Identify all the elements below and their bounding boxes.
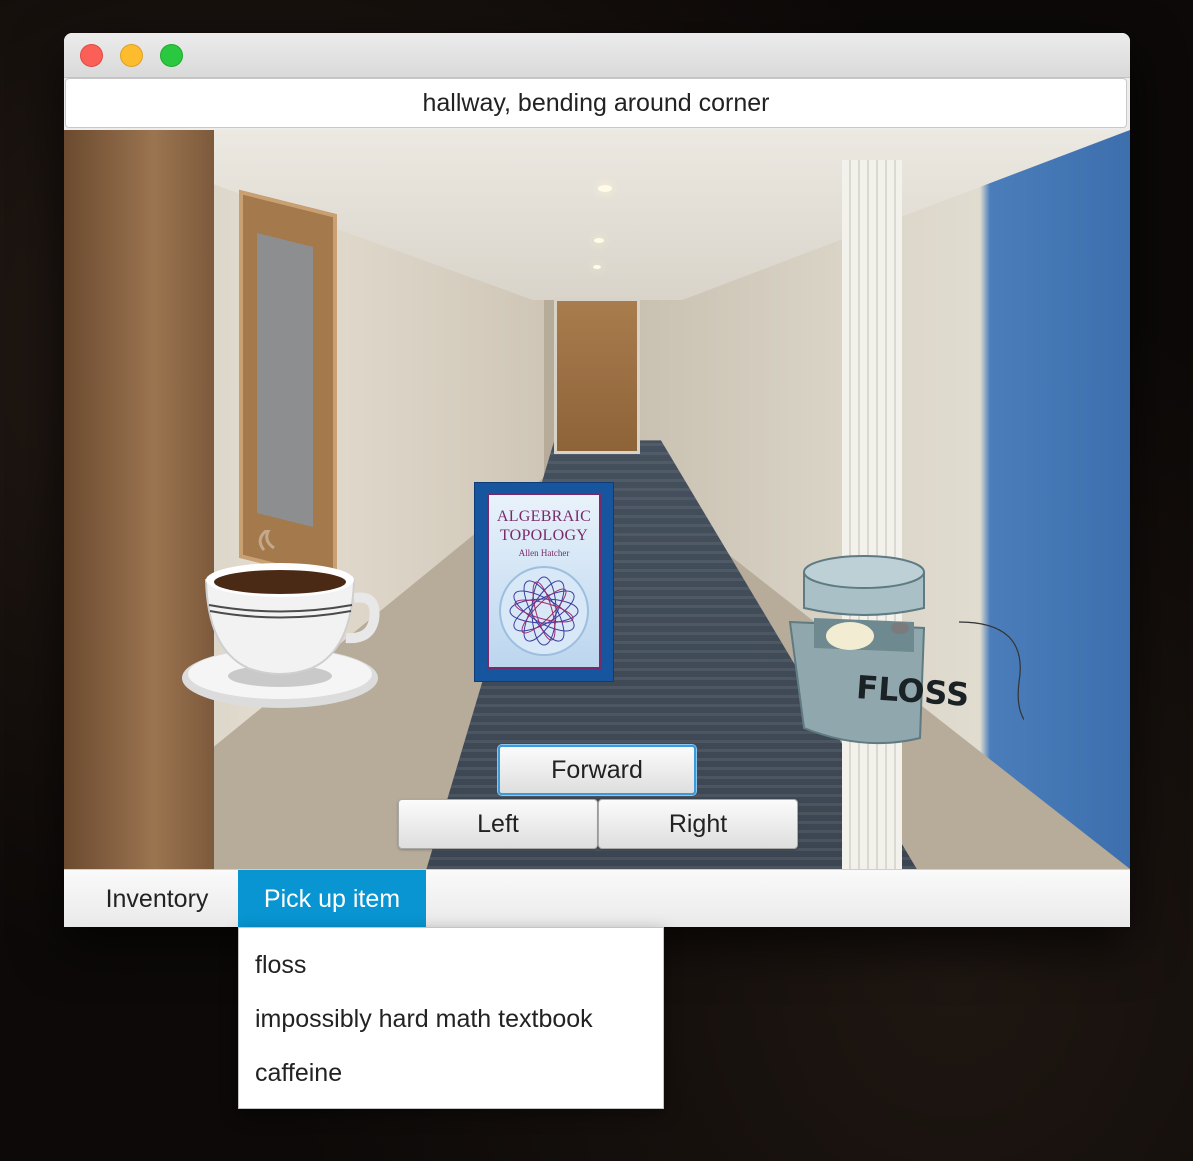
dropdown-item-textbook[interactable]: impossibly hard math textbook bbox=[239, 992, 663, 1046]
floss-icon[interactable]: FLOSS bbox=[784, 542, 1024, 752]
textbook-cover: ALGEBRAIC TOPOLOGY Allen Hatcher bbox=[487, 493, 601, 669]
pick-up-dropdown: floss impossibly hard math textbook caff… bbox=[238, 927, 664, 1109]
textbook-title-line2: TOPOLOGY bbox=[499, 527, 589, 544]
maximize-window-button[interactable] bbox=[160, 44, 183, 67]
textbook-title-line1: ALGEBRAIC bbox=[496, 508, 592, 525]
menu-inventory[interactable]: Inventory bbox=[82, 870, 232, 927]
coffee-cup-icon[interactable] bbox=[182, 530, 382, 710]
door-window-left bbox=[257, 233, 313, 527]
forward-button[interactable]: Forward bbox=[498, 745, 696, 795]
close-window-button[interactable] bbox=[80, 44, 103, 67]
textbook-icon[interactable]: ALGEBRAIC TOPOLOGY Allen Hatcher bbox=[474, 482, 614, 682]
right-button[interactable]: Right bbox=[598, 799, 798, 849]
near-door-left bbox=[64, 130, 214, 869]
far-door bbox=[554, 298, 640, 454]
ceiling-light bbox=[598, 185, 612, 192]
dropdown-item-floss[interactable]: floss bbox=[239, 938, 663, 992]
minimize-window-button[interactable] bbox=[120, 44, 143, 67]
title-bar bbox=[64, 33, 1130, 78]
spirograph-icon bbox=[499, 566, 589, 656]
left-button[interactable]: Left bbox=[398, 799, 598, 849]
floss-label: FLOSS bbox=[855, 668, 970, 714]
location-description: hallway, bending around corner bbox=[65, 78, 1127, 128]
menu-bar: Inventory Pick up item bbox=[64, 869, 1130, 927]
game-window: hallway, bending around corner ALGEBRAIC… bbox=[64, 33, 1130, 927]
ceiling-light bbox=[593, 265, 601, 269]
textbook-author: Allen Hatcher bbox=[518, 548, 570, 558]
radiator bbox=[842, 160, 902, 869]
menu-pick-up-item[interactable]: Pick up item bbox=[238, 870, 426, 927]
ceiling-light bbox=[594, 238, 604, 243]
dropdown-item-caffeine[interactable]: caffeine bbox=[239, 1046, 663, 1100]
